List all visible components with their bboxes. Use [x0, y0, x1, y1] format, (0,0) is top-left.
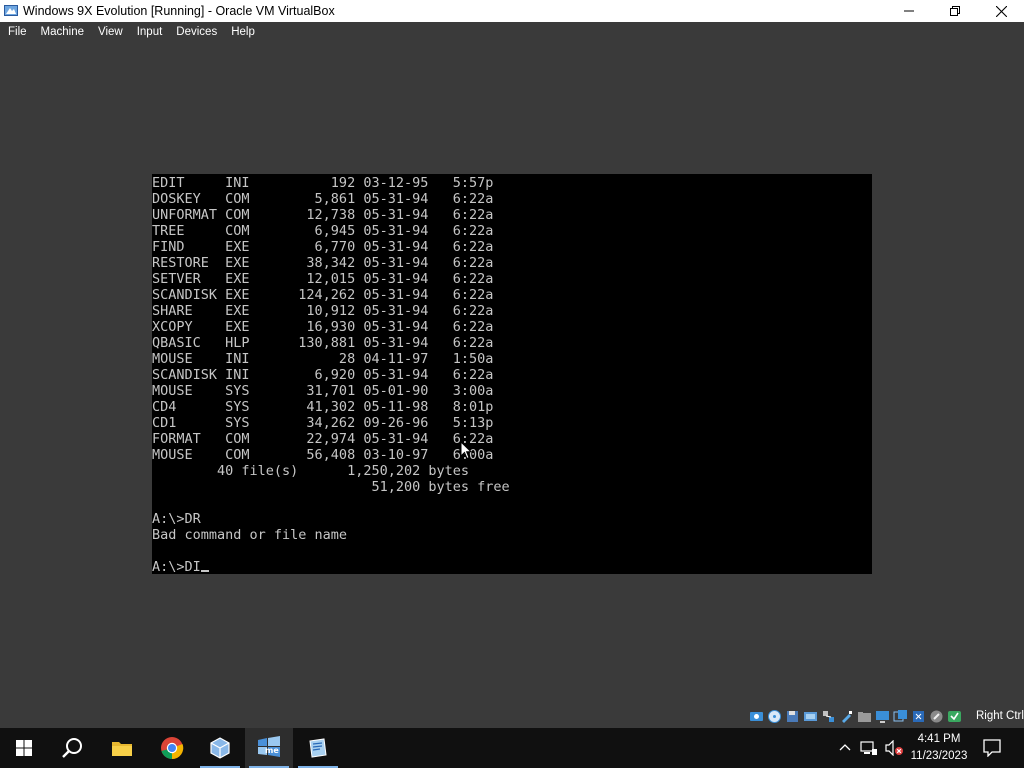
menu-bar: File Machine View Input Devices Help	[0, 22, 1024, 42]
shared-folders-icon[interactable]	[857, 709, 872, 724]
search-icon	[62, 738, 82, 758]
hard-disk-icon[interactable]	[749, 709, 764, 724]
window-titlebar[interactable]: Windows 9X Evolution [Running] - Oracle …	[0, 0, 1024, 22]
virtualbox-button[interactable]	[196, 728, 244, 768]
clock-time: 4:41 PM	[917, 733, 961, 745]
floppy-disk-icon[interactable]	[785, 709, 800, 724]
chevron-up-icon[interactable]	[838, 741, 852, 755]
file-count-summary: 40 file(s) 1,250,202 bytes	[152, 463, 469, 479]
notification-icon	[983, 739, 1001, 757]
console-line: UNFORMAT COM 12,738 05-31-94 6:22a	[152, 207, 494, 223]
console-line: CD1 SYS 34,262 09-26-96 5:13p	[152, 415, 494, 431]
console-line: XCOPY EXE 16,930 05-31-94 6:22a	[152, 319, 494, 335]
vm-status-bar: Right Ctrl	[0, 706, 1024, 728]
menu-view[interactable]: View	[90, 26, 129, 38]
console-line: TREE COM 6,945 05-31-94 6:22a	[152, 223, 494, 239]
console-line: SCANDISK INI 6,920 05-31-94 6:22a	[152, 367, 494, 383]
virtualbox-manager-icon	[309, 738, 327, 758]
minimize-button[interactable]	[886, 0, 932, 22]
console-line: EDIT INI 192 03-12-95 5:57p	[152, 175, 494, 191]
menu-file[interactable]: File	[0, 26, 33, 38]
keyboard-icon[interactable]	[947, 709, 962, 724]
menu-devices[interactable]: Devices	[168, 26, 223, 38]
text-cursor	[200, 570, 209, 572]
host-key-label: Right Ctrl	[976, 710, 1024, 722]
action-center-button[interactable]	[968, 728, 1016, 768]
virtualbox-app-icon	[4, 5, 18, 16]
mouse-integration-icon[interactable]	[929, 709, 944, 724]
optical-disk-icon[interactable]	[767, 709, 782, 724]
video-capture-icon[interactable]	[893, 709, 908, 724]
bytes-free-summary: 51,200 bytes free	[152, 479, 510, 495]
console-line: SCANDISK EXE 124,262 05-31-94 6:22a	[152, 287, 494, 303]
menu-machine[interactable]: Machine	[33, 26, 90, 38]
close-button[interactable]	[978, 0, 1024, 22]
svg-text:me: me	[265, 746, 279, 755]
audio-icon[interactable]	[803, 709, 818, 724]
chrome-button[interactable]	[148, 728, 196, 768]
console-line: QBASIC HLP 130,881 05-31-94 6:22a	[152, 335, 494, 351]
windows-me-vm-button[interactable]: me	[245, 728, 293, 768]
folder-icon	[112, 742, 132, 756]
console-command-line: A:\>DR	[152, 511, 201, 527]
minimize-icon	[904, 10, 914, 12]
chrome-icon	[161, 737, 184, 760]
console-line: SHARE EXE 10,912 05-31-94 6:22a	[152, 303, 494, 319]
console-line: DOSKEY COM 5,861 05-31-94 6:22a	[152, 191, 494, 207]
menu-input[interactable]: Input	[129, 26, 169, 38]
console-line: RESTORE EXE 38,342 05-31-94 6:22a	[152, 255, 494, 271]
usb-icon[interactable]	[839, 709, 854, 724]
dos-console-screen[interactable]: EDIT INI 192 03-12-95 5:57p DOSKEY COM 5…	[152, 174, 872, 574]
virtualbox-manager-button[interactable]	[294, 728, 342, 768]
console-line: FORMAT COM 22,974 05-31-94 6:22a	[152, 431, 494, 447]
network-icon[interactable]	[821, 709, 836, 724]
windows-logo-icon	[16, 740, 32, 756]
console-error-message: Bad command or file name	[152, 527, 348, 543]
console-line: FIND EXE 6,770 05-31-94 6:22a	[152, 239, 494, 255]
mouse-pointer-icon	[460, 441, 472, 460]
console-line: MOUSE SYS 31,701 05-01-90 3:00a	[152, 383, 494, 399]
menu-help[interactable]: Help	[223, 26, 261, 38]
recording-icon[interactable]	[911, 709, 926, 724]
taskbar: me 4:41 PM 11/23/2023	[0, 728, 1024, 768]
display-icon[interactable]	[875, 709, 890, 724]
windows-me-icon: me	[258, 736, 280, 757]
console-line: SETVER EXE 12,015 05-31-94 6:22a	[152, 271, 494, 287]
console-line: MOUSE INI 28 04-11-97 1:50a	[152, 351, 494, 367]
dos-console-text: EDIT INI 192 03-12-95 5:57p DOSKEY COM 5…	[152, 175, 510, 574]
network-tray-icon[interactable]	[860, 740, 878, 756]
system-tray	[838, 728, 908, 768]
volume-muted-icon[interactable]	[884, 740, 904, 756]
taskbar-clock[interactable]: 4:41 PM 11/23/2023	[906, 731, 972, 765]
virtualbox-cube-icon	[210, 737, 230, 759]
close-icon	[995, 5, 1007, 17]
console-prompt-input[interactable]: A:\>DI	[152, 559, 201, 574]
clock-date: 11/23/2023	[910, 750, 968, 762]
console-line: MOUSE COM 56,408 03-10-97 6:00a	[152, 447, 494, 463]
start-button[interactable]	[0, 728, 48, 768]
console-line: CD4 SYS 41,302 05-11-98 8:01p	[152, 399, 494, 415]
restore-icon	[950, 6, 960, 16]
window-title: Windows 9X Evolution [Running] - Oracle …	[23, 4, 335, 18]
file-explorer-button[interactable]	[98, 728, 146, 768]
restore-button[interactable]	[932, 0, 978, 22]
search-button[interactable]	[48, 728, 96, 768]
